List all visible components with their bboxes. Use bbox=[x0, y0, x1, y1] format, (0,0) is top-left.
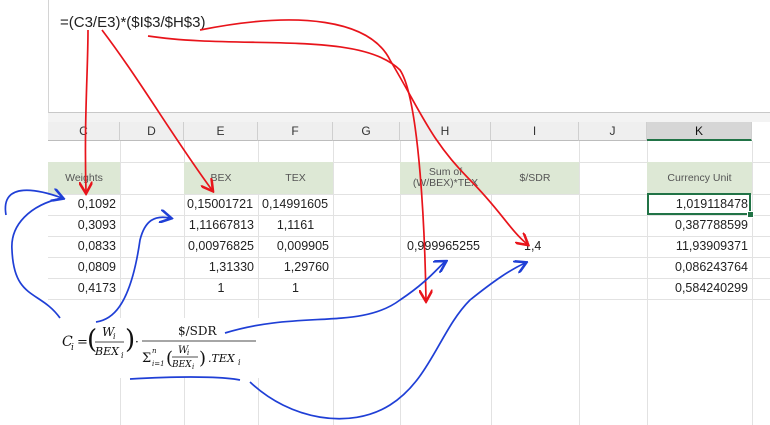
formula-text[interactable]: =(C3/E3)*($I$3/$H$3) bbox=[60, 14, 206, 31]
fill-handle[interactable] bbox=[747, 211, 754, 218]
eq-sum-upper: n bbox=[152, 347, 157, 355]
cell-bex[interactable]: 0,00976825 bbox=[184, 236, 254, 257]
formula-equation: C i = ( W i BEX i ) · $/SDR Σ n i=1 ( W … bbox=[58, 318, 298, 378]
eq-bex2-sub: i bbox=[192, 363, 194, 371]
cell-weights[interactable]: 0,0809 bbox=[48, 257, 116, 278]
eq-w2-sub: i bbox=[187, 349, 189, 357]
cell-weights[interactable]: 0,4173 bbox=[48, 278, 116, 299]
cell-usd-sdr-value[interactable]: 1,4 bbox=[524, 236, 574, 257]
column-header-d[interactable]: D bbox=[120, 122, 184, 141]
column-header-e[interactable]: E bbox=[184, 122, 258, 141]
grid-line bbox=[333, 141, 334, 425]
cell-bex[interactable]: 1 bbox=[184, 278, 258, 299]
eq-paren-right: ) bbox=[125, 325, 135, 355]
eq-paren2-right: ) bbox=[199, 348, 206, 369]
eq-bex2: BEX bbox=[171, 360, 192, 370]
header-weights[interactable]: Weights bbox=[48, 162, 120, 194]
header-currency-unit[interactable]: Currency Unit bbox=[647, 162, 752, 194]
column-header-f[interactable]: F bbox=[258, 122, 333, 141]
column-header-g[interactable]: G bbox=[333, 122, 400, 141]
grid-line bbox=[752, 141, 753, 425]
column-header-i[interactable]: I bbox=[491, 122, 579, 141]
column-header-h[interactable]: H bbox=[400, 122, 491, 141]
cell-currency[interactable]: 0,086243764 bbox=[647, 257, 748, 278]
cell-tex[interactable]: 1 bbox=[258, 278, 333, 299]
header-sum-line2: (W/BEX)*TEX bbox=[412, 177, 479, 189]
eq-sum-lower: i=1 bbox=[152, 360, 165, 368]
eq-dot: · bbox=[135, 335, 139, 349]
header-bex[interactable]: BEX bbox=[184, 162, 258, 194]
column-header-j[interactable]: J bbox=[579, 122, 647, 141]
header-sum[interactable]: Sum of (W/BEX)*TEX bbox=[400, 162, 491, 194]
ribbon-gap bbox=[48, 113, 770, 122]
column-header-k[interactable]: K bbox=[647, 122, 752, 141]
cell-weights[interactable]: 0,3093 bbox=[48, 215, 116, 236]
cell-tex[interactable]: 0,14991605 bbox=[262, 194, 332, 215]
cell-sum-value[interactable]: 0,999965255 bbox=[407, 236, 489, 257]
eq-tex: .TEX bbox=[208, 352, 236, 365]
eq-lhs-sub: i bbox=[71, 343, 74, 353]
eq-bex-sub: i bbox=[121, 351, 124, 360]
cell-weights[interactable]: 0,0833 bbox=[48, 236, 116, 257]
eq-sigma: Σ bbox=[142, 351, 151, 366]
cell-currency[interactable]: 0,387788599 bbox=[647, 215, 748, 236]
grid-line bbox=[48, 299, 770, 300]
active-cell-selection[interactable] bbox=[647, 193, 751, 215]
cell-currency[interactable]: 11,93909371 bbox=[647, 236, 748, 257]
cell-tex[interactable]: 1,1161 bbox=[258, 215, 333, 236]
cell-bex[interactable]: 0,15001721 bbox=[187, 194, 257, 215]
cell-currency[interactable]: 0,584240299 bbox=[647, 278, 748, 299]
eq-bex: BEX bbox=[94, 345, 120, 358]
cell-weights[interactable]: 0,1092 bbox=[48, 194, 116, 215]
cell-bex[interactable]: 1,31330 bbox=[184, 257, 254, 278]
column-header-c[interactable]: C bbox=[48, 122, 120, 141]
grid-line bbox=[579, 141, 580, 425]
cell-bex[interactable]: 1,11667813 bbox=[184, 215, 254, 236]
eq-tex-sub: i bbox=[238, 358, 241, 367]
formula-bar[interactable]: =(C3/E3)*($I$3/$H$3) bbox=[48, 0, 770, 113]
grid-line bbox=[120, 141, 121, 425]
header-tex[interactable]: TEX bbox=[258, 162, 333, 194]
header-usd-sdr[interactable]: $/SDR bbox=[491, 162, 579, 194]
eq-numerator: $/SDR bbox=[178, 324, 218, 338]
cell-tex[interactable]: 1,29760 bbox=[258, 257, 329, 278]
cell-tex[interactable]: 0,009905 bbox=[258, 236, 329, 257]
eq-w-sub: i bbox=[113, 332, 116, 341]
